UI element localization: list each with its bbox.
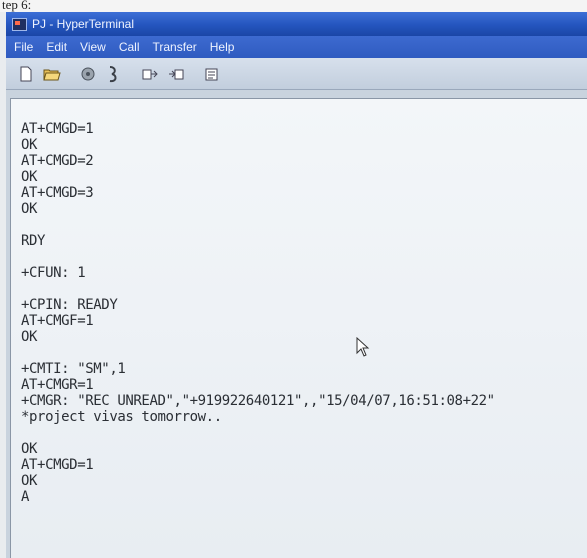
- menu-transfer[interactable]: Transfer: [153, 40, 197, 54]
- terminal-line: *project vivas tomorrow..: [21, 409, 222, 425]
- terminal-line: RDY: [21, 233, 46, 249]
- terminal-line: +CMTI: "SM",1: [21, 361, 126, 377]
- terminal-line: OK: [21, 137, 38, 153]
- menu-file[interactable]: File: [14, 40, 33, 54]
- terminal-lines: AT+CMGD=1 OK AT+CMGD=2 OK AT+CMGD=3 OK RDY +CFU…: [21, 105, 587, 558]
- terminal-line: +CFUN: 1: [21, 265, 86, 281]
- properties-icon[interactable]: [202, 64, 222, 84]
- terminal-line: +CPIN: READY: [21, 297, 118, 313]
- app-icon: [12, 17, 27, 31]
- terminal-line: OK: [21, 441, 38, 457]
- terminal-line: AT+CMGR=1: [21, 377, 94, 393]
- disconnect-icon[interactable]: [78, 64, 98, 84]
- new-icon[interactable]: [16, 64, 36, 84]
- menu-edit[interactable]: Edit: [46, 40, 67, 54]
- terminal-line: AT+CMGD=1: [21, 457, 94, 473]
- toolbar: [6, 58, 587, 90]
- page-caption: tep 6:: [0, 0, 587, 12]
- terminal-line: A: [21, 489, 30, 505]
- send-icon[interactable]: [140, 64, 160, 84]
- terminal-line: OK: [21, 169, 38, 185]
- open-icon[interactable]: [42, 64, 62, 84]
- terminal-line: OK: [21, 329, 38, 345]
- terminal-line: AT+CMGD=1: [21, 121, 94, 137]
- terminal-line: +CMGR: "REC UNREAD","+919922640121",,"15…: [21, 393, 495, 409]
- menu-view[interactable]: View: [80, 40, 106, 54]
- terminal-line: AT+CMGD=2: [21, 153, 94, 169]
- mouse-pointer-icon: [356, 337, 370, 357]
- hyperterminal-window: PJ - HyperTerminal File Edit View Call T…: [6, 12, 587, 558]
- properties-call-icon[interactable]: [104, 64, 124, 84]
- terminal-line: AT+CMGF=1: [21, 313, 94, 329]
- receive-icon[interactable]: [166, 64, 186, 84]
- menu-help[interactable]: Help: [210, 40, 235, 54]
- terminal-line: OK: [21, 201, 38, 217]
- title-bar[interactable]: PJ - HyperTerminal: [6, 12, 587, 36]
- terminal-output[interactable]: AT+CMGD=1 OK AT+CMGD=2 OK AT+CMGD=3 OK RDY +CFU…: [10, 98, 587, 558]
- terminal-line: AT+CMGD=3: [21, 185, 94, 201]
- menu-call[interactable]: Call: [119, 40, 140, 54]
- window-title: PJ - HyperTerminal: [32, 17, 135, 31]
- terminal-line: OK: [21, 473, 38, 489]
- menu-bar: File Edit View Call Transfer Help: [6, 36, 587, 58]
